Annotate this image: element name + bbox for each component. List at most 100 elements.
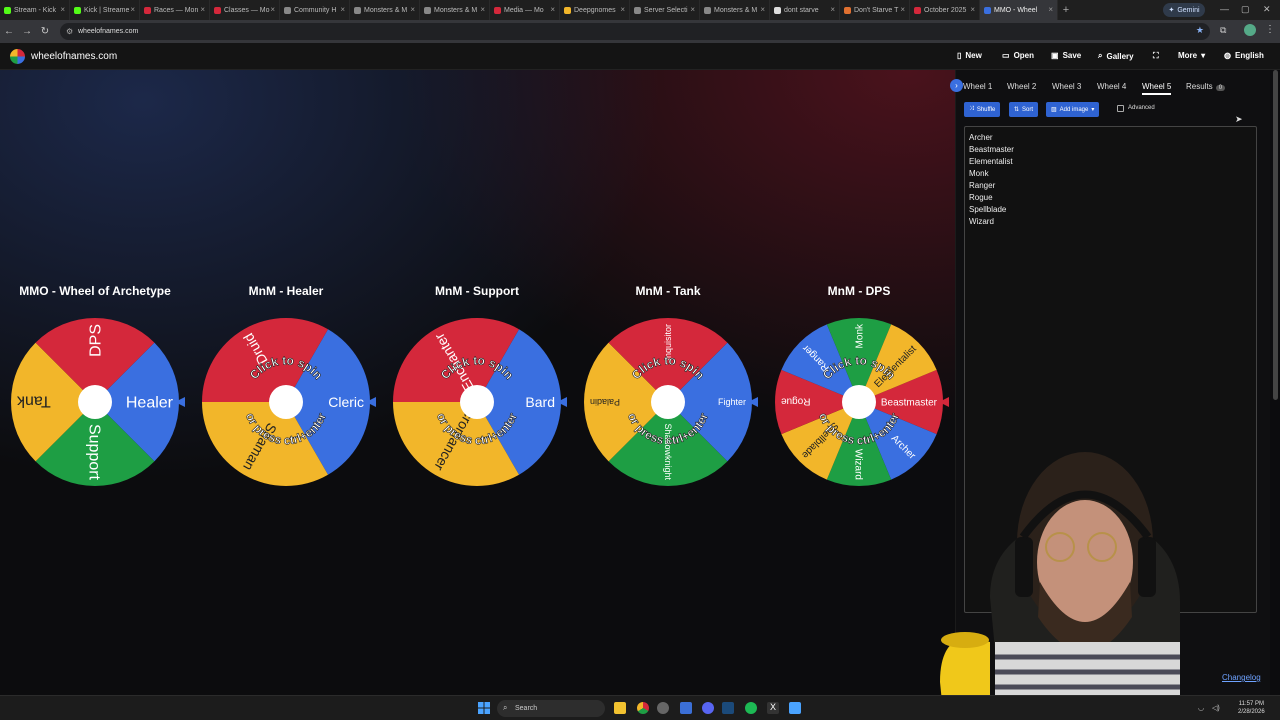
file-explorer-icon[interactable] — [614, 702, 626, 714]
save-button[interactable]: ▣ Save — [1051, 51, 1081, 60]
wheel-segment-label: Wizard — [853, 449, 864, 480]
brand-name[interactable]: wheelofnames.com — [31, 51, 117, 62]
tab-close-icon[interactable]: × — [1048, 5, 1053, 14]
wheel-logo-icon — [10, 49, 25, 64]
app-icon[interactable] — [680, 702, 692, 714]
wheel-hub[interactable] — [842, 385, 876, 419]
browser-tab[interactable]: Monsters & M × — [700, 0, 770, 20]
collapse-panel-icon[interactable]: › — [950, 79, 963, 92]
windows-start-icon[interactable] — [478, 702, 490, 714]
tab-close-icon[interactable]: × — [830, 5, 835, 14]
browser-tab[interactable]: Classes — Mo × — [210, 0, 280, 20]
url-field[interactable]: ⚙ wheelofnames.com ★ — [60, 23, 1210, 40]
back-icon[interactable]: ← — [0, 26, 18, 37]
browser-tab[interactable]: Media — Mo × — [490, 0, 560, 20]
fullscreen-button[interactable]: ⛶ — [1153, 51, 1159, 61]
advanced-label[interactable]: Advanced — [1128, 105, 1155, 111]
taskbar-clock[interactable]: 11:57 PM 2/28/2026 — [1238, 700, 1265, 716]
tab-wheel-2[interactable]: Wheel 2 — [1007, 82, 1036, 91]
language-button[interactable]: ◍ English — [1224, 51, 1264, 60]
browser-tab[interactable]: Community H × — [280, 0, 350, 20]
browser-tab[interactable]: Don't Starve T × — [840, 0, 910, 20]
wheel[interactable]: BardNecromancerEnchanterClick to spinor … — [387, 308, 567, 488]
taskbar-search-label: Search — [515, 705, 538, 712]
chrome-icon[interactable] — [637, 702, 649, 714]
browser-tab[interactable]: Monsters & M × — [420, 0, 490, 20]
spotify-icon[interactable] — [745, 702, 757, 714]
tab-favicon-icon — [214, 6, 221, 14]
browser-tab[interactable]: Kick | Streame × — [70, 0, 140, 20]
tab-wheel-1[interactable]: Wheel 1 — [963, 82, 992, 91]
sort-button[interactable]: ⇅ Sort — [1009, 102, 1039, 117]
tray-network-icon[interactable]: ◡ — [1198, 704, 1204, 712]
tab-close-icon[interactable]: × — [480, 5, 485, 14]
wheel[interactable]: Healer Support Tank DPS — [5, 308, 185, 488]
tab-label: Stream - Kick — [14, 6, 57, 14]
open-button[interactable]: ▭ Open — [1002, 51, 1034, 60]
tray-volume-icon[interactable]: ◁) — [1212, 704, 1220, 712]
wheel-hub[interactable] — [78, 385, 112, 419]
changelog-link[interactable]: Changelog — [1222, 673, 1261, 682]
entry-line: Rogue — [969, 193, 993, 202]
x-app-icon[interactable]: X — [767, 702, 779, 714]
tab-close-icon[interactable]: × — [760, 5, 765, 14]
browser-tab[interactable]: October 2025 × — [910, 0, 980, 20]
tab-close-icon[interactable]: × — [410, 5, 415, 14]
notepad-icon[interactable] — [789, 702, 801, 714]
browser-tab[interactable]: Stream - Kick × — [0, 0, 70, 20]
tab-close-icon[interactable]: × — [900, 5, 905, 14]
bookmark-star-icon[interactable]: ★ — [1196, 25, 1204, 36]
tab-close-icon[interactable]: × — [270, 5, 275, 14]
tab-close-icon[interactable]: × — [550, 5, 555, 14]
results-count-badge: 0 — [1215, 85, 1226, 91]
discord-icon[interactable] — [702, 702, 714, 714]
gallery-button[interactable]: ⌕ Gallery — [1098, 51, 1134, 61]
obs-icon[interactable] — [657, 702, 669, 714]
browser-tab[interactable]: Monsters & M × — [350, 0, 420, 20]
tab-results[interactable]: Results 0 — [1186, 82, 1226, 91]
browser-tab[interactable]: Deepgnomes × — [560, 0, 630, 20]
browser-tab[interactable]: dont starve × — [770, 0, 840, 20]
tab-close-icon[interactable]: × — [690, 5, 695, 14]
gemini-button[interactable]: ✦ Gemini — [1163, 3, 1205, 17]
tab-close-icon[interactable]: × — [130, 5, 135, 14]
shuffle-button[interactable]: ⤨ Shuffle — [964, 102, 1001, 117]
minimize-icon[interactable]: — — [1220, 4, 1229, 14]
tab-close-icon[interactable]: × — [200, 5, 205, 14]
image-icon: ▨ — [1051, 107, 1057, 113]
maximize-icon[interactable]: ▢ — [1241, 4, 1250, 15]
browser-tab[interactable]: Server Selecti × — [630, 0, 700, 20]
reload-icon[interactable]: ↻ — [36, 26, 54, 37]
tab-close-icon[interactable]: × — [970, 5, 975, 14]
tab-wheel-4[interactable]: Wheel 4 — [1097, 82, 1126, 91]
forward-icon[interactable]: → — [18, 26, 36, 37]
browser-tab[interactable]: Races — Mon × — [140, 0, 210, 20]
browser-tab[interactable]: MMO - Wheel × — [980, 0, 1058, 20]
steam-icon[interactable] — [722, 702, 734, 714]
avatar[interactable] — [1244, 24, 1256, 36]
wheel-hub[interactable] — [269, 385, 303, 419]
site-info-icon[interactable]: ⚙ — [66, 27, 75, 36]
more-button[interactable]: More ▾ — [1178, 51, 1205, 60]
wheel-hub[interactable] — [651, 385, 685, 419]
new-button[interactable]: ▯ New — [957, 51, 982, 60]
advanced-checkbox[interactable] — [1117, 105, 1124, 112]
extensions-icon[interactable]: ⧉ — [1220, 25, 1226, 36]
tab-label: Server Selecti — [644, 6, 688, 14]
wheel[interactable]: ClericShamanDruidClick to spinor press c… — [196, 308, 376, 488]
add-image-button[interactable]: ▨ Add image ▾ — [1046, 102, 1100, 117]
taskbar-search[interactable]: ⌕ Search — [497, 700, 605, 717]
wheel[interactable]: FighterShadowknightPaladinInquisitorClic… — [578, 308, 758, 488]
wheel-hub[interactable] — [460, 385, 494, 419]
tab-wheel-3[interactable]: Wheel 3 — [1052, 82, 1081, 91]
page-scrollbar[interactable] — [1273, 70, 1278, 400]
close-window-icon[interactable]: ✕ — [1263, 4, 1271, 15]
tab-wheel-5[interactable]: Wheel 5 — [1142, 82, 1172, 95]
new-tab-icon[interactable]: + — [1058, 4, 1074, 16]
save-label: Save — [1062, 51, 1082, 60]
tab-favicon-icon — [564, 6, 571, 14]
tab-close-icon[interactable]: × — [620, 5, 625, 14]
browser-menu-icon[interactable]: ⋮ — [1265, 24, 1275, 35]
tab-close-icon[interactable]: × — [60, 5, 65, 14]
tab-close-icon[interactable]: × — [340, 5, 345, 14]
